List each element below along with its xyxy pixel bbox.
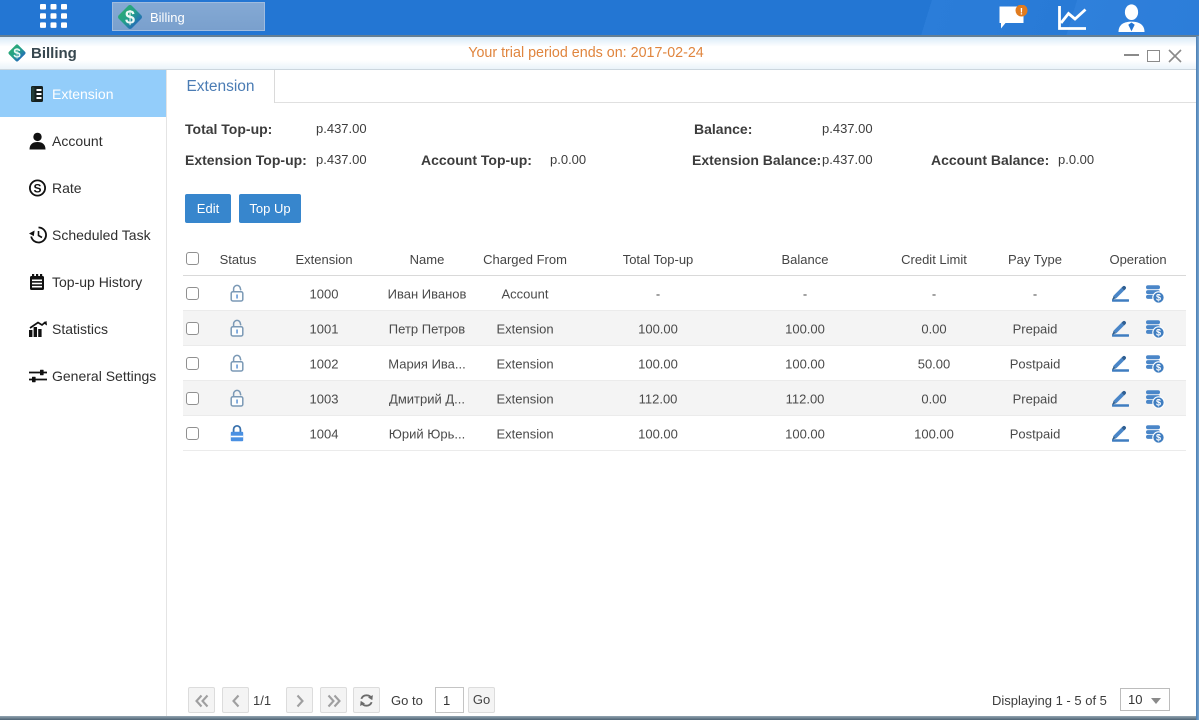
svg-text:!: ! (1020, 6, 1023, 17)
svg-text:$: $ (13, 46, 21, 61)
svg-text:S: S (33, 181, 41, 195)
svg-text:$: $ (125, 8, 135, 28)
